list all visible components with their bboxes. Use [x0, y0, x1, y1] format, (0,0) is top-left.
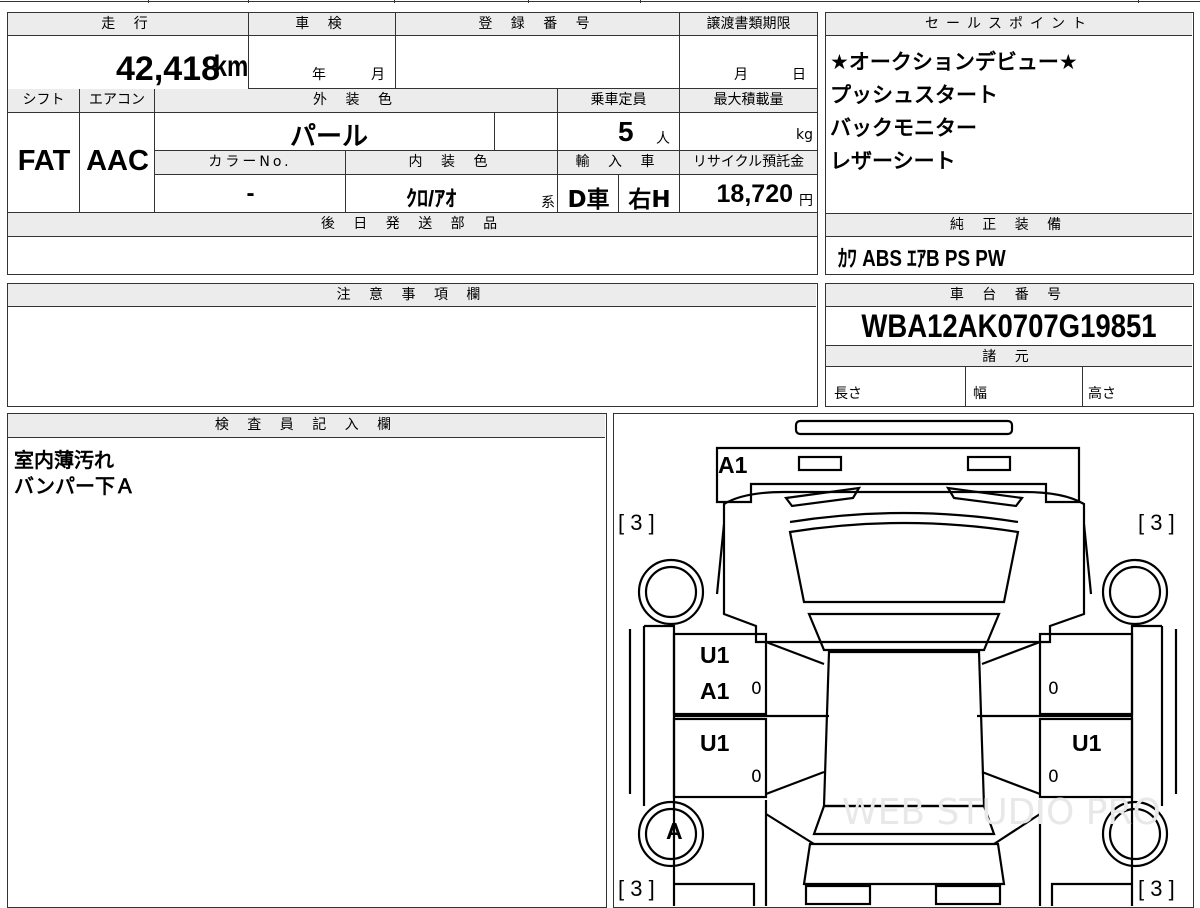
damage-diagram-box: A1 [ 3 ] [ 3 ] U1 A1 0 0 U1 U1 0 0 A [ 3… [613, 413, 1194, 908]
door-zero-mark: 0 [751, 679, 762, 699]
rear-left-wheel-mark: [ 3 ] [618, 876, 655, 901]
shift-header: シフト [8, 89, 80, 113]
length-label: 長さ [834, 386, 862, 402]
registration-header: 登 録 番 号 [396, 13, 680, 36]
import-dealer-value: D車 [567, 187, 610, 213]
ac-cell: AAC [80, 113, 155, 213]
capacity-unit: 人 [656, 131, 670, 147]
right-rear-door-mark: U1 [1072, 730, 1102, 756]
left-rear-door-mark: U1 [700, 730, 730, 756]
specs-header: 諸 元 [826, 345, 1192, 367]
shaken-month-label: 月 [371, 67, 385, 83]
vehicle-info-table: 走 行 車 検 登 録 番 号 譲渡書類期限 42,418 km 年 月 月 日… [7, 12, 818, 275]
rear-right-wheel-mark: [ 3 ] [1138, 876, 1175, 901]
interior-color-value: ｸﾛ/ｱｵ [406, 186, 457, 211]
sales-point-line: レザーシート [830, 149, 956, 173]
import-handle-cell: 右H [619, 175, 680, 213]
interior-color-suffix: 系 [541, 195, 555, 211]
shaken-cell: 年 月 [249, 36, 396, 89]
front-bumper-mark: A1 [718, 452, 748, 478]
max-load-unit: kg [796, 127, 813, 143]
import-dealer-cell: D車 [558, 175, 619, 213]
exterior-color-value: パール [290, 121, 369, 151]
recycle-cell: 18,720 円 [680, 175, 817, 213]
watermark: WEB STUDIO PRO [842, 792, 1161, 833]
notes-header: 注 意 事 項 欄 [8, 284, 816, 307]
inspector-header: 検 査 員 記 入 欄 [8, 414, 605, 438]
exterior-color-code-cell [495, 113, 558, 151]
later-parts-header: 後 日 発 送 部 品 [8, 213, 817, 237]
shift-cell: FAT [8, 113, 80, 213]
transfer-deadline-cell: 月 日 [680, 36, 817, 89]
shift-value: FAT [17, 145, 71, 177]
height-label: 高さ [1088, 386, 1116, 402]
transfer-deadline-header: 譲渡書類期限 [680, 13, 817, 36]
color-no-header: カラーNo. [155, 151, 346, 175]
sales-points-box: セールスポイント ★オークションデビュー★ プッシュスタート バックモニター レ… [825, 12, 1194, 275]
transfer-month-label: 月 [734, 67, 748, 83]
shaken-year-label: 年 [312, 67, 326, 83]
interior-color-cell: ｸﾛ/ｱｵ 系 [346, 175, 558, 213]
chassis-box: 車 台 番 号 WBA12AK0707G19851 諸 元 長さ 幅 高さ [825, 283, 1194, 407]
interior-color-header: 内 装 色 [346, 151, 558, 175]
color-no-cell: - [155, 175, 346, 213]
recycle-header: リサイクル預託金 [680, 151, 817, 175]
front-right-wheel-mark: [ 3 ] [1138, 510, 1175, 535]
door-zero-mark: 0 [1048, 767, 1059, 787]
sales-point-line: プッシュスタート [830, 83, 998, 107]
ac-value: AAC [86, 145, 149, 177]
chassis-header: 車 台 番 号 [826, 284, 1192, 307]
left-front-door-mark: A1 [700, 678, 730, 704]
width-label: 幅 [973, 386, 987, 402]
ac-header: エアコン [80, 89, 155, 113]
recycle-unit: 円 [799, 193, 813, 209]
inspector-box: 検 査 員 記 入 欄 室内薄汚れ バンパー下Ａ [7, 413, 607, 908]
max-load-cell: kg [680, 113, 817, 151]
inspector-note-line: バンパー下Ａ [14, 474, 135, 498]
left-front-door-mark: U1 [700, 642, 730, 668]
capacity-header: 乗車定員 [558, 89, 680, 113]
door-zero-mark: 0 [751, 767, 762, 787]
exterior-color-cell: パール [155, 113, 495, 151]
chassis-number: WBA12AK0707G19851 [861, 308, 1157, 344]
exterior-color-header: 外 装 色 [155, 89, 558, 113]
sales-point-line: ★オークションデビュー★ [830, 50, 1078, 74]
sales-point-line: バックモニター [830, 116, 977, 140]
shaken-header: 車 検 [249, 13, 396, 36]
mileage-header: 走 行 [8, 13, 249, 36]
equipment-header: 純 正 装 備 [826, 213, 1192, 237]
mileage-unit: km [213, 50, 248, 83]
registration-cell [396, 36, 680, 89]
recycle-value: 18,720 [716, 180, 793, 208]
equipment-value: ｶﾜ ABS ｴｱB PS PW [838, 245, 1006, 271]
front-left-wheel-mark: [ 3 ] [618, 510, 655, 535]
sales-points-header: セールスポイント [826, 13, 1192, 36]
import-header: 輸 入 車 [558, 151, 680, 175]
door-zero-mark: 0 [1048, 679, 1059, 699]
transfer-day-label: 日 [792, 67, 806, 83]
capacity-cell: 5 人 [558, 113, 680, 151]
capacity-value: 5 [618, 116, 634, 147]
max-load-header: 最大積載量 [680, 89, 817, 113]
rear-left-wheel-mark: A [666, 818, 683, 844]
inspector-note-line: 室内薄汚れ [14, 448, 114, 472]
notes-box: 注 意 事 項 欄 [7, 283, 818, 407]
color-no-value: - [246, 180, 255, 207]
mileage-value: 42,418 [116, 50, 220, 88]
import-handle-value: 右H [628, 187, 671, 213]
top-strip [0, 0, 1200, 3]
